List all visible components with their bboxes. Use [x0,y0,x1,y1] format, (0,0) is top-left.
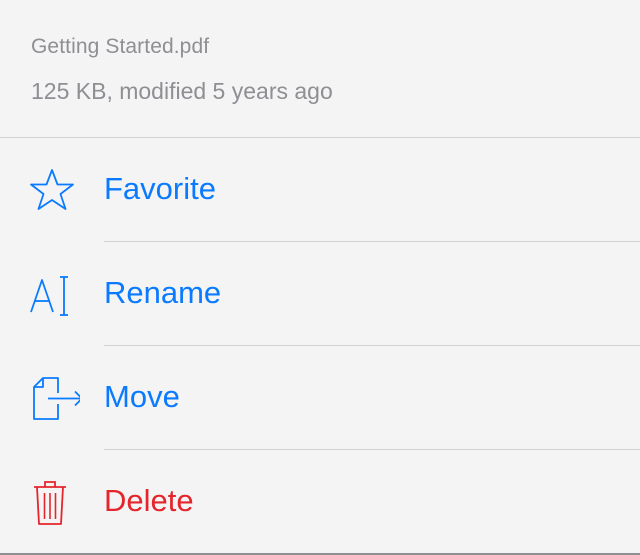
star-icon [20,166,80,214]
delete-label: Delete [104,483,194,518]
file-meta: 125 KB, modified 5 years ago [31,78,333,104]
move-icon [20,374,83,422]
favorite-action[interactable]: Favorite [0,138,640,242]
favorite-label: Favorite [104,171,216,206]
file-action-sheet: Getting Started.pdf 125 KB, modified 5 y… [0,0,640,555]
move-action[interactable]: Move [0,346,640,450]
rename-label: Rename [104,275,222,310]
trash-icon [20,478,80,526]
rename-action[interactable]: Rename [0,242,640,346]
move-label: Move [104,379,180,414]
file-info-header: Getting Started.pdf 125 KB, modified 5 y… [0,0,640,138]
delete-action[interactable]: Delete [0,450,640,554]
rename-icon [20,270,80,318]
file-name: Getting Started.pdf [31,35,210,58]
